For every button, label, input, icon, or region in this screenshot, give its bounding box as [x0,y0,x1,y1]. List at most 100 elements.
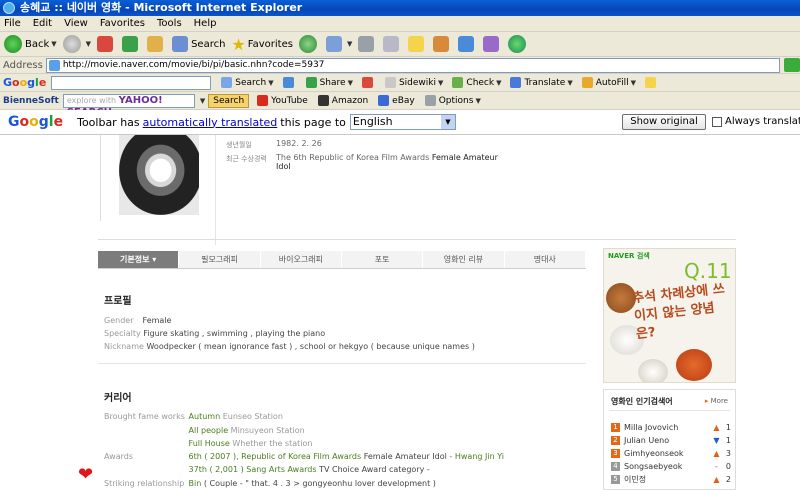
award-link[interactable]: 6th ( 2007 ), Republic of Korea Film Awa… [189,452,362,461]
window-title-bar[interactable]: 송혜교 :: 네이버 영화 - Microsoft Internet Explo… [0,0,800,16]
ebay-button[interactable]: eBay [378,95,415,106]
profile-photo[interactable] [119,135,199,215]
menu-edit[interactable]: Edit [33,18,52,29]
auto-translated-link[interactable]: automatically translated [143,116,278,129]
work-link[interactable]: - Hwang Jin Yi [449,452,504,461]
google-toolbar: Google Search ▼ Share ▼ Sidewiki ▼ Check ▼ T… [0,74,800,92]
chevron-down-icon: ▼ [630,78,637,87]
always-translate-checkbox[interactable] [712,116,722,127]
options-button[interactable]: Options ▼ [424,95,481,106]
person-link[interactable]: Bin [189,479,202,488]
stop-button[interactable] [97,33,116,55]
menu-help[interactable]: Help [194,18,217,29]
media-button[interactable] [483,33,502,55]
divider [98,363,586,364]
google-autofill-button[interactable]: AutoFill ▼ [581,77,637,88]
chevron-down-icon: ▼ [440,115,455,129]
favorites-button[interactable]: ★ Favorites [231,33,293,55]
chevron-down-icon: ▼ [567,78,573,87]
work-link[interactable]: Autumn [189,412,221,421]
history-icon [298,35,317,53]
autofill-icon [581,77,593,88]
yahoo-search-input[interactable]: explore with YAHOO! SEARCH [62,93,195,118]
home-icon [147,36,164,52]
profile-photo-frame [100,135,215,221]
work-link[interactable]: All people [189,426,229,435]
history-button[interactable] [298,33,320,55]
standard-toolbar: Back ▼ ▼ Search ★ Favorites ▼ [0,32,800,57]
back-button[interactable]: Back ▼ [4,33,57,55]
address-bar: Address http://movie.naver.com/movie/bi/… [0,57,800,74]
ad-brand: NAVER 검색 [608,252,650,260]
google-sidewiki-button[interactable]: Sidewiki ▼ [384,77,443,88]
award-row: 37th ( 2,001 ) Sang Arts Awards TV Choic… [188,465,430,474]
menu-file[interactable]: File [4,18,21,29]
work-link[interactable]: Full House [189,439,230,448]
go-button[interactable] [783,58,800,72]
tab-reviews[interactable]: 영화인 리뷰 [423,251,505,268]
search-icon [221,77,233,88]
google-check-button[interactable]: Check ▼ [452,77,501,88]
google-translate-button[interactable]: Translate ▼ [510,77,573,88]
specialty-row: Specialty Figure skating , swimming , pl… [104,329,326,338]
google-popup-button[interactable] [361,77,376,88]
home-button[interactable] [147,33,166,55]
popular-search-box: 영화인 인기검색어 More 1 Milla Jovovich ▲ 1 2 Ju… [603,389,736,490]
career-work-row: Full House Whether the station [188,439,313,448]
nickname-row: Nickname Woodpecker ( mean ignorance fas… [104,342,475,351]
translate-text-before: Toolbar has [77,115,140,129]
print-button[interactable] [358,33,377,55]
show-original-button[interactable]: Show original [622,114,706,130]
more-link[interactable]: More [705,397,728,405]
divider [609,410,730,411]
award-link[interactable]: 37th ( 2,001 ) Sang Arts Awards [189,465,317,474]
tab-quotes[interactable]: 명대사 [505,251,586,268]
birth-value: 1982. 2. 26 [276,139,322,148]
google-search-button[interactable]: Search ▼ [221,77,274,88]
stop-icon [97,36,114,52]
language-select[interactable]: English ▼ [349,114,456,130]
gender-row: Gender Female [104,316,172,325]
address-label: Address [3,59,43,71]
always-translate-option[interactable]: Always translate Ko [712,116,800,127]
menu-bar: File Edit View Favorites Tools Help [0,16,800,32]
profile-tabs: 기본정보 ▾ 필모그래피 바이오그래피 포토 영화인 리뷰 명대사 [98,251,586,269]
google-search-input[interactable] [51,75,212,90]
menu-view[interactable]: View [64,18,88,29]
menu-tools[interactable]: Tools [157,18,182,29]
ad-slogan: 추석 차례상에 쓰이지 않는 양념은? [631,281,726,343]
list-item[interactable]: 3 Gimhyeonseok ▲ 3 [611,447,731,460]
tab-basic-info[interactable]: 기본정보 ▾ [98,251,180,268]
yahoo-search-button[interactable]: Search [208,93,250,108]
refresh-button[interactable] [122,33,141,55]
tab-photo[interactable]: 포토 [342,251,424,268]
research-button[interactable] [433,33,452,55]
tab-filmography[interactable]: 필모그래피 [179,251,261,268]
address-input[interactable]: http://movie.naver.com/movie/bi/pi/basic… [45,57,780,73]
google-share-button[interactable]: Share ▼ [305,77,353,88]
amazon-button[interactable]: Amazon [317,95,368,106]
menu-favorites[interactable]: Favorites [100,18,145,29]
naver-quiz-ad[interactable]: NAVER 검색 Q.11 추석 차례상에 쓰이지 않는 양념은? [603,248,736,383]
tools-button[interactable] [458,33,477,55]
messenger-button[interactable] [508,33,529,55]
chevron-down-icon[interactable]: ▼ [200,97,205,105]
edit-button[interactable] [383,33,402,55]
list-item[interactable]: 4 Songsaebyeok - 0 [611,460,731,473]
tab-biography[interactable]: 바이오그래피 [261,251,342,268]
forward-button[interactable]: ▼ [62,33,92,55]
google-highlight-button[interactable] [645,77,659,88]
search-button[interactable]: Search [172,33,225,55]
forward-arrow-icon [62,35,81,53]
mail-button[interactable]: ▼ [325,33,352,55]
check-icon [452,77,464,88]
discuss-button[interactable] [408,33,427,55]
chevron-down-icon: ▼ [268,78,274,87]
chevron-down-icon: ▼ [85,40,92,48]
google-plus-button[interactable] [282,77,297,88]
list-item[interactable]: 2 Julian Ueno ▼ 1 [611,434,731,447]
list-item[interactable]: 5 이민정 ▲ 2 [611,473,731,486]
google-toolbar-logo[interactable]: Google [3,76,46,89]
youtube-button[interactable]: YouTube [257,95,308,106]
list-item[interactable]: 1 Milla Jovovich ▲ 1 [611,421,731,434]
